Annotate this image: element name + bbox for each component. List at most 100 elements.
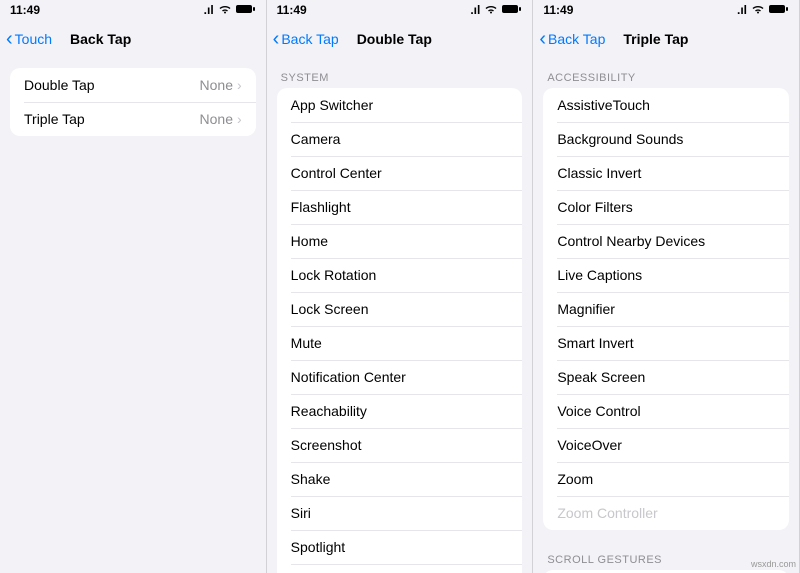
row-label: Mute	[291, 335, 322, 351]
row-label: Magnifier	[557, 301, 615, 317]
list-item[interactable]: Background Sounds	[543, 122, 789, 156]
list-item[interactable]: Screenshot	[277, 428, 523, 462]
list-item[interactable]: Speak Screen	[543, 360, 789, 394]
status-bar: 11:49 .ıl	[0, 0, 266, 20]
chevron-right-icon: ›	[237, 77, 242, 93]
row-label: Reachability	[291, 403, 367, 419]
back-label: Back Tap	[548, 31, 605, 47]
battery-icon	[236, 3, 256, 17]
status-bar: 11:49 .ıl	[533, 0, 799, 20]
row-label: Double Tap	[24, 77, 95, 93]
back-button[interactable]: ‹ Touch	[6, 29, 52, 49]
row-label: Speak Screen	[557, 369, 645, 385]
system-actions-list: App Switcher Camera Control Center Flashlig…	[277, 88, 523, 573]
row-label: Triple Tap	[24, 111, 85, 127]
list-item[interactable]: Shake	[277, 462, 523, 496]
accessibility-actions-list: AssistiveTouch Background Sounds Classic I…	[543, 88, 789, 530]
row-label: App Switcher	[291, 97, 373, 113]
list-item[interactable]: Voice Control	[543, 394, 789, 428]
list-item[interactable]: Siri	[277, 496, 523, 530]
signal-icon: .ıl	[470, 3, 480, 17]
chevron-left-icon: ‹	[6, 29, 13, 49]
nav-bar: ‹ Back Tap Double Tap	[267, 20, 533, 58]
screen-triple-tap: 11:49 .ıl ‹ Back Tap Triple Tap ACCESSIB…	[533, 0, 800, 573]
row-label: Spotlight	[291, 539, 345, 555]
back-label: Touch	[15, 31, 52, 47]
status-indicators: .ıl	[737, 3, 789, 17]
list-item[interactable]: Flashlight	[277, 190, 523, 224]
wifi-icon	[751, 3, 765, 17]
list-item[interactable]: Camera	[277, 122, 523, 156]
list-item[interactable]: Smart Invert	[543, 326, 789, 360]
nav-bar: ‹ Touch Back Tap	[0, 20, 266, 58]
list-item[interactable]: Lock Rotation	[277, 258, 523, 292]
list-item[interactable]: Reachability	[277, 394, 523, 428]
row-label: Home	[291, 233, 328, 249]
list-item[interactable]: Spotlight	[277, 530, 523, 564]
back-button[interactable]: ‹ Back Tap	[273, 29, 339, 49]
status-time: 11:49	[10, 3, 40, 17]
row-value: None ›	[200, 111, 242, 127]
list-item[interactable]: Notification Center	[277, 360, 523, 394]
row-label: Color Filters	[557, 199, 632, 215]
row-label: Lock Screen	[291, 301, 369, 317]
list-item[interactable]: Control Nearby Devices	[543, 224, 789, 258]
list-item[interactable]: Control Center	[277, 156, 523, 190]
screen-double-tap: 11:49 .ıl ‹ Back Tap Double Tap SYSTEM A…	[267, 0, 534, 573]
list-item[interactable]: Live Captions	[543, 258, 789, 292]
battery-icon	[502, 3, 522, 17]
list-item[interactable]: VoiceOver	[543, 428, 789, 462]
signal-icon: .ıl	[204, 3, 214, 17]
row-label: Shake	[291, 471, 331, 487]
page-title: Double Tap	[357, 31, 432, 47]
content: ACCESSIBILITY AssistiveTouch Background S…	[533, 58, 799, 573]
row-label: AssistiveTouch	[557, 97, 650, 113]
row-label: Siri	[291, 505, 311, 521]
list-item[interactable]: Classic Invert	[543, 156, 789, 190]
list-item: Zoom Controller	[543, 496, 789, 530]
back-label: Back Tap	[281, 31, 338, 47]
watermark: wsxdn.com	[751, 559, 796, 569]
row-label: Notification Center	[291, 369, 406, 385]
status-indicators: .ıl	[470, 3, 522, 17]
row-triple-tap[interactable]: Triple Tap None ›	[10, 102, 256, 136]
row-label: Control Center	[291, 165, 382, 181]
signal-icon: .ıl	[737, 3, 747, 17]
row-label: Control Nearby Devices	[557, 233, 705, 249]
status-bar: 11:49 .ıl	[267, 0, 533, 20]
page-title: Back Tap	[70, 31, 131, 47]
nav-bar: ‹ Back Tap Triple Tap	[533, 20, 799, 58]
row-value: None ›	[200, 77, 242, 93]
row-label: Camera	[291, 131, 341, 147]
screen-back-tap: 11:49 .ıl ‹ Touch Back Tap Double Tap No…	[0, 0, 267, 573]
content: SYSTEM App SwitcherCameraControl CenterF…	[267, 58, 533, 573]
row-label: Zoom Controller	[557, 505, 657, 521]
back-button[interactable]: ‹ Back Tap	[539, 29, 605, 49]
row-double-tap[interactable]: Double Tap None ›	[10, 68, 256, 102]
status-time: 11:49	[543, 3, 573, 17]
list-item[interactable]: Color Filters	[543, 190, 789, 224]
row-label: Zoom	[557, 471, 593, 487]
list-item[interactable]: Lock Screen	[277, 292, 523, 326]
row-label: Live Captions	[557, 267, 642, 283]
list-item[interactable]: App Switcher	[277, 88, 523, 122]
list-item[interactable]: AssistiveTouch	[543, 88, 789, 122]
list-item[interactable]: Zoom	[543, 462, 789, 496]
chevron-left-icon: ‹	[539, 29, 546, 49]
list-item[interactable]: Magnifier	[543, 292, 789, 326]
section-header-accessibility: ACCESSIBILITY	[533, 58, 799, 88]
row-label: Background Sounds	[557, 131, 683, 147]
battery-icon	[769, 3, 789, 17]
list-item[interactable]: Volume Down	[277, 564, 523, 573]
page-title: Triple Tap	[623, 31, 688, 47]
list-item[interactable]: Mute	[277, 326, 523, 360]
content: Double Tap None › Triple Tap None ›	[0, 58, 266, 573]
row-label: Lock Rotation	[291, 267, 377, 283]
row-label: VoiceOver	[557, 437, 622, 453]
list-item[interactable]: Home	[277, 224, 523, 258]
row-label: Smart Invert	[557, 335, 633, 351]
row-label: Screenshot	[291, 437, 362, 453]
status-time: 11:49	[277, 3, 307, 17]
chevron-left-icon: ‹	[273, 29, 280, 49]
status-indicators: .ıl	[204, 3, 256, 17]
